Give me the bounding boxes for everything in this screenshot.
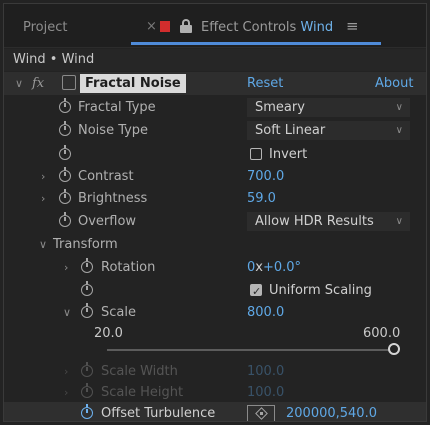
chevron-down-icon: ∨	[395, 125, 403, 136]
slider-min-label: 20.0	[94, 326, 123, 341]
tab-project[interactable]: Project	[23, 20, 67, 35]
chevron-down-icon[interactable]: ∨	[15, 72, 23, 95]
noise-type-dropdown[interactable]: Soft Linear ∨	[247, 121, 410, 140]
stopwatch-icon[interactable]	[59, 98, 71, 113]
property-label: Fractal Type	[78, 100, 156, 115]
offset-turbulence-value[interactable]: 200000,540.0	[286, 402, 377, 421]
stopwatch-icon[interactable]	[59, 212, 71, 227]
brightness-value[interactable]: 59.0	[247, 187, 276, 210]
property-row-overflow: Overflow Allow HDR Results ∨	[4, 210, 426, 233]
rotation-separator: x	[255, 260, 263, 275]
stopwatch-icon[interactable]	[81, 258, 93, 273]
panel-tab-bar: Project × Effect Controls Wind ≡	[4, 4, 426, 48]
property-label: Scale Width	[101, 364, 178, 379]
property-label: Scale Height	[101, 385, 184, 400]
breadcrumb: Wind • Wind	[4, 49, 426, 71]
position-target-icon[interactable]	[247, 405, 275, 421]
property-row-offset-turbulence: Offset Turbulence 200000,540.0	[4, 402, 426, 421]
dropdown-value: Allow HDR Results	[255, 214, 374, 229]
effect-header-row[interactable]: ∨ fx Fractal Noise Reset About	[4, 72, 426, 95]
property-label: Overflow	[78, 214, 137, 229]
stopwatch-icon[interactable]	[59, 121, 71, 136]
close-tab-icon[interactable]: ×	[146, 19, 157, 34]
tab-effect-controls-layer: Wind	[300, 20, 334, 35]
property-label: Brightness	[78, 191, 148, 206]
scale-value[interactable]: 800.0	[247, 301, 284, 324]
scale-slider-track[interactable]	[107, 349, 394, 351]
scale-slider-labels: 20.0 600.0	[4, 322, 426, 345]
property-row-scale: ∨ Scale 800.0	[4, 301, 426, 324]
uniform-scaling-label: Uniform Scaling	[269, 283, 372, 298]
rotation-value[interactable]: 0x+0.0°	[247, 256, 301, 279]
stopwatch-icon[interactable]	[59, 189, 71, 204]
chevron-right-icon: ›	[64, 365, 69, 378]
property-label: Noise Type	[78, 123, 149, 138]
stopwatch-icon[interactable]	[59, 167, 71, 182]
chevron-down-icon: ∨	[395, 216, 403, 227]
property-row-invert: Invert	[4, 143, 426, 166]
lock-icon[interactable]	[180, 19, 192, 33]
effect-controls-panel: Project × Effect Controls Wind ≡ Wind • …	[3, 3, 427, 422]
chevron-down-icon: ∨	[395, 102, 403, 113]
dropdown-value: Smeary	[255, 100, 305, 115]
tab-effect-controls-label: Effect Controls	[201, 20, 297, 35]
property-label: Contrast	[78, 169, 134, 184]
effect-name[interactable]: Fractal Noise	[80, 74, 186, 93]
stopwatch-icon	[81, 362, 93, 377]
property-label: Offset Turbulence	[101, 406, 216, 421]
group-label: Transform	[53, 237, 118, 252]
active-tab-indicator	[131, 42, 381, 45]
stopwatch-icon[interactable]	[81, 303, 93, 318]
property-row-noise-type: Noise Type Soft Linear ∨	[4, 119, 426, 142]
property-row-scale-width: › Scale Width 100.0	[4, 360, 426, 383]
scale-slider-thumb[interactable]	[388, 343, 400, 355]
chevron-right-icon[interactable]: ›	[41, 187, 45, 210]
tab-effect-controls[interactable]: Effect Controls Wind	[201, 20, 333, 35]
about-link[interactable]: About	[375, 72, 413, 95]
invert-label: Invert	[269, 147, 308, 162]
contrast-value[interactable]: 700.0	[247, 165, 284, 188]
stopwatch-icon	[81, 383, 93, 398]
chevron-right-icon[interactable]: ›	[64, 256, 68, 279]
chevron-right-icon: ›	[64, 386, 69, 399]
rotation-degrees: +0.0°	[262, 260, 302, 275]
fx-icon[interactable]: fx	[32, 72, 44, 95]
scale-height-value: 100.0	[247, 385, 285, 400]
chevron-right-icon[interactable]: ›	[41, 165, 45, 188]
stopwatch-icon[interactable]	[81, 281, 93, 296]
invert-checkbox[interactable]	[250, 148, 262, 160]
property-row-contrast: › Contrast 700.0	[4, 165, 426, 188]
property-row-rotation: › Rotation 0x+0.0°	[4, 256, 426, 279]
reset-link[interactable]: Reset	[247, 72, 283, 95]
dropdown-value: Soft Linear	[255, 123, 326, 138]
property-label: Rotation	[101, 260, 156, 275]
slider-max-label: 600.0	[363, 326, 401, 341]
property-row-fractal-type: Fractal Type Smeary ∨	[4, 96, 426, 119]
property-label: Scale	[101, 305, 136, 320]
scale-width-value: 100.0	[247, 364, 285, 379]
stopwatch-icon[interactable]	[81, 404, 93, 419]
uniform-scaling-checkbox[interactable]	[250, 280, 262, 303]
chevron-down-icon[interactable]: ∨	[63, 301, 71, 324]
effect-preset-icon	[62, 75, 76, 90]
property-row-brightness: › Brightness 59.0	[4, 187, 426, 210]
fractal-type-dropdown[interactable]: Smeary ∨	[247, 98, 410, 117]
chevron-down-icon[interactable]: ∨	[39, 233, 47, 256]
red-close-icon[interactable]	[160, 21, 170, 32]
panel-menu-icon[interactable]: ≡	[346, 17, 359, 35]
property-row-scale-height: › Scale Height 100.0	[4, 381, 426, 404]
property-row-uniform-scaling: Uniform Scaling	[4, 279, 426, 303]
property-group-transform[interactable]: ∨ Transform	[4, 233, 426, 256]
overflow-dropdown[interactable]: Allow HDR Results ∨	[247, 212, 410, 231]
stopwatch-icon[interactable]	[59, 145, 71, 160]
